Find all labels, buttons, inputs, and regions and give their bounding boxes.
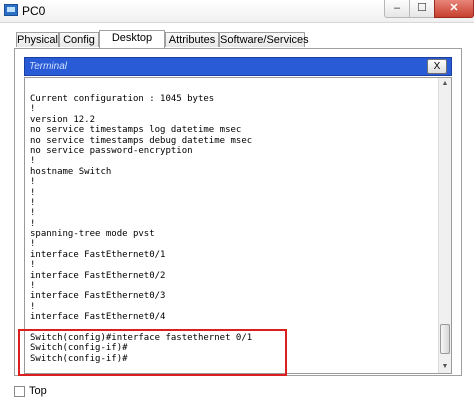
terminal-output[interactable]: Current configuration : 1045 bytes! versi… bbox=[24, 77, 452, 374]
scroll-thumb[interactable] bbox=[440, 324, 450, 354]
terminal-line: ! bbox=[30, 281, 36, 292]
terminal-line: ! bbox=[30, 104, 36, 115]
tab-software-services[interactable]: Software/Services bbox=[219, 32, 309, 47]
terminal-line: ! bbox=[30, 187, 36, 198]
window-titlebar: PC0 – ☐ ✕ bbox=[0, 0, 474, 23]
terminal-close-button[interactable]: X bbox=[427, 59, 447, 74]
top-label: Top bbox=[29, 385, 47, 397]
terminal-line: ! bbox=[30, 239, 36, 250]
top-checkbox[interactable] bbox=[14, 386, 25, 397]
terminal-scrollbar[interactable]: ▲ ▼ bbox=[438, 78, 451, 373]
terminal-line: ! bbox=[30, 156, 36, 167]
tab-config[interactable]: Config bbox=[59, 32, 99, 47]
terminal-line: hostname Switch bbox=[30, 166, 112, 177]
terminal-line: ! bbox=[30, 301, 36, 312]
terminal-line: Switch(config-if)# bbox=[30, 343, 128, 354]
tab-attributes[interactable]: Attributes bbox=[165, 32, 219, 47]
pc-icon bbox=[4, 4, 18, 16]
window-title: PC0 bbox=[22, 4, 46, 18]
terminal-line: spanning-tree mode pvst bbox=[30, 229, 155, 240]
terminal-line: version 12.2 bbox=[30, 114, 96, 125]
terminal-lines: Current configuration : 1045 bytes! versi… bbox=[30, 94, 252, 364]
terminal-line: ! bbox=[30, 197, 36, 208]
terminal-line: Current configuration : 1045 bytes bbox=[30, 94, 215, 104]
terminal-line: ! bbox=[30, 260, 36, 271]
terminal-line: interface FastEthernet0/2 bbox=[30, 270, 166, 281]
terminal-line: Switch(config-if)# bbox=[30, 353, 128, 364]
close-button[interactable]: ✕ bbox=[434, 0, 474, 18]
terminal-title: Terminal bbox=[29, 61, 67, 72]
terminal-line: interface FastEthernet0/1 bbox=[30, 249, 166, 260]
terminal-line: interface FastEthernet0/3 bbox=[30, 291, 166, 302]
terminal-line: Switch(config)#interface fastethernet 0/… bbox=[30, 332, 253, 343]
minimize-button[interactable]: – bbox=[384, 0, 410, 18]
maximize-button[interactable]: ☐ bbox=[409, 0, 435, 18]
tab-physical[interactable]: Physical bbox=[16, 32, 59, 47]
scroll-down-arrow-icon[interactable]: ▼ bbox=[439, 361, 451, 373]
terminal-line: no service password-encryption bbox=[30, 145, 193, 156]
terminal-line: ! bbox=[30, 208, 36, 219]
tab-desktop[interactable]: Desktop bbox=[99, 30, 165, 48]
terminal-line: no service timestamps log datetime msec bbox=[30, 125, 242, 136]
terminal-header: Terminal X bbox=[24, 57, 452, 76]
terminal-line: ! bbox=[30, 177, 36, 188]
terminal-line: no service timestamps debug datetime mse… bbox=[30, 135, 253, 146]
terminal-line: ! bbox=[30, 218, 36, 229]
scroll-up-arrow-icon[interactable]: ▲ bbox=[439, 78, 451, 90]
terminal-line: interface FastEthernet0/4 bbox=[30, 312, 166, 323]
